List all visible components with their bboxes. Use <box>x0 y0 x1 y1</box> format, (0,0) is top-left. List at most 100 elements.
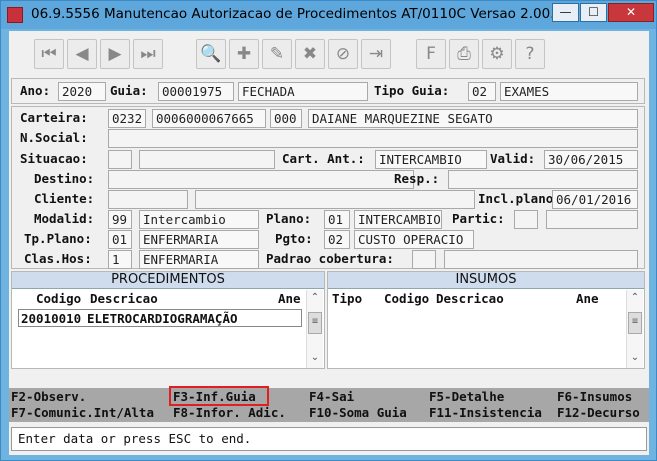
incl-plano-label: Incl.plano: <box>478 191 561 206</box>
next-record-icon[interactable]: ▶ <box>100 39 130 69</box>
print-icon[interactable]: ⎙ <box>449 39 479 69</box>
cliente-code-field[interactable] <box>108 190 188 209</box>
situacao-field <box>139 150 275 169</box>
maximize-button[interactable]: ☐ <box>580 3 607 22</box>
delete-icon[interactable]: ✖ <box>295 39 325 69</box>
help-icon[interactable]: ? <box>515 39 545 69</box>
edit-icon[interactable]: ✎ <box>262 39 292 69</box>
cart-ant-label: Cart. Ant.: <box>282 151 365 166</box>
ins-col-tipo[interactable]: Tipo <box>332 291 362 306</box>
proc-scrollbar[interactable]: ⌃ ≡ ⌄ <box>306 290 323 368</box>
f11-key[interactable]: F11-Insistencia <box>429 405 542 420</box>
guia-field[interactable]: 00001975 <box>158 82 234 101</box>
modalid-field: Intercambio <box>139 210 259 229</box>
resp-field[interactable] <box>448 170 638 189</box>
f4-key[interactable]: F4-Sai <box>309 389 354 404</box>
proc-row-codigo: 20010010 <box>21 311 82 326</box>
tp-plano-label: Tp.Plano: <box>24 231 92 246</box>
destino-label: Destino: <box>34 171 95 186</box>
padrao-cobertura-label: Padrao cobertura: <box>266 251 394 266</box>
status-bar: Enter data or press ESC to end. <box>11 427 647 451</box>
situacao-label: Situacao: <box>20 151 88 166</box>
cancel-icon[interactable]: ⊘ <box>328 39 358 69</box>
pgto-field: CUSTO OPERACIO <box>354 230 474 249</box>
f2-key[interactable]: F2-Observ. <box>11 389 86 404</box>
plano-field: INTERCAMBIO <box>354 210 442 229</box>
padrao-field <box>444 250 638 269</box>
scroll-thumb[interactable]: ≡ <box>628 312 642 334</box>
close-button[interactable]: ✕ <box>608 3 654 22</box>
carteira-label: Carteira: <box>20 110 88 125</box>
window-title: 06.9.5556 Manutencao Autorizacao de Proc… <box>31 6 564 22</box>
scroll-thumb[interactable]: ≡ <box>308 312 322 334</box>
first-record-icon[interactable]: ⏮ <box>34 39 64 69</box>
f10-key[interactable]: F10-Soma Guia <box>309 405 407 420</box>
ins-scrollbar[interactable]: ⌃ ≡ ⌄ <box>626 290 643 368</box>
beneficiary-panel: Carteira: 0232 0006000067665 000 DAIANE … <box>11 106 645 269</box>
toolbar: ⏮ ◀ ▶ ⏭ 🔍 ✚ ✎ ✖ ⊘ ⇥ F ⎙ ⚙ ? <box>9 35 649 75</box>
app-icon <box>7 7 23 23</box>
carteira-field-1[interactable]: 0232 <box>108 109 146 128</box>
search-icon[interactable]: 🔍 <box>196 39 226 69</box>
plano-code-field[interactable]: 01 <box>324 210 350 229</box>
title-bar[interactable]: 06.9.5556 Manutencao Autorizacao de Proc… <box>1 1 656 29</box>
proc-col-codigo[interactable]: Codigo <box>36 291 81 306</box>
ano-field[interactable]: 2020 <box>58 82 106 101</box>
f5-key[interactable]: F5-Detalhe <box>429 389 504 404</box>
partic-label: Partic: <box>452 211 505 226</box>
function-keys-bar: F2-Observ. F3-Inf.Guia F4-Sai F5-Detalhe… <box>9 386 649 422</box>
chevron-down-icon[interactable]: ⌄ <box>627 350 643 366</box>
insumos-panel: INSUMOS Tipo Codigo Descricao Ane ⌃ ≡ ⌄ <box>327 271 645 369</box>
prev-record-icon[interactable]: ◀ <box>67 39 97 69</box>
valid-field: 30/06/2015 <box>544 150 638 169</box>
proc-col-ane[interactable]: Ane <box>278 291 301 306</box>
exit-icon[interactable]: ⇥ <box>361 39 391 69</box>
tp-plano-code-field[interactable]: 01 <box>108 230 132 249</box>
clas-hos-label: Clas.Hos: <box>24 251 92 266</box>
modalid-code-field[interactable]: 99 <box>108 210 132 229</box>
partic-code-field[interactable] <box>514 210 538 229</box>
ins-col-codigo[interactable]: Codigo <box>384 291 429 306</box>
pgto-code-field[interactable]: 02 <box>324 230 350 249</box>
tipo-guia-label: Tipo Guia: <box>374 83 450 98</box>
situacao-code-field[interactable] <box>108 150 132 169</box>
guia-status-field: FECHADA <box>238 82 368 101</box>
guia-label: Guia: <box>110 83 148 98</box>
f12-key[interactable]: F12-Decurso <box>557 405 640 420</box>
valid-label: Valid: <box>490 151 536 166</box>
chevron-up-icon[interactable]: ⌃ <box>307 290 323 306</box>
f3-highlight-box <box>169 386 269 406</box>
chevron-down-icon[interactable]: ⌄ <box>307 350 323 366</box>
ins-col-descricao[interactable]: Descricao <box>436 291 504 306</box>
options-icon[interactable]: ⚙ <box>482 39 512 69</box>
proc-col-descricao[interactable]: Descricao <box>90 291 158 306</box>
add-icon[interactable]: ✚ <box>229 39 259 69</box>
incl-plano-field: 06/01/2016 <box>552 190 638 209</box>
f7-key[interactable]: F7-Comunic.Int/Alta <box>11 405 154 420</box>
padrao-code-field[interactable] <box>412 250 436 269</box>
carteira-field-3[interactable]: 000 <box>270 109 302 128</box>
carteira-field-2[interactable]: 0006000067665 <box>152 109 266 128</box>
tipo-guia-code-field[interactable]: 02 <box>468 82 496 101</box>
clas-hos-code-field[interactable]: 1 <box>108 250 132 269</box>
f8-key[interactable]: F8-Infor. Adic. <box>173 405 286 420</box>
nsocial-field[interactable] <box>108 129 638 148</box>
nsocial-label: N.Social: <box>20 130 88 145</box>
tp-plano-field: ENFERMARIA <box>139 230 259 249</box>
ins-col-ane[interactable]: Ane <box>576 291 599 306</box>
header-panel: Ano: 2020 Guia: 00001975 FECHADA Tipo Gu… <box>11 78 645 104</box>
minimize-button[interactable]: — <box>552 3 579 22</box>
f6-key[interactable]: F6-Insumos <box>557 389 632 404</box>
app-window: 06.9.5556 Manutencao Autorizacao de Proc… <box>0 0 657 461</box>
procedimentos-title: PROCEDIMENTOS <box>12 272 324 289</box>
form-icon[interactable]: F <box>416 39 446 69</box>
procedimentos-panel: PROCEDIMENTOS Codigo Descricao Ane 20010… <box>11 271 325 369</box>
cart-ant-field: INTERCAMBIO <box>375 150 487 169</box>
table-row[interactable]: 20010010 ELETROCARDIOGRAMAÇÃO <box>18 309 302 327</box>
last-record-icon[interactable]: ⏭ <box>133 39 163 69</box>
destino-field[interactable] <box>108 170 414 189</box>
chevron-up-icon[interactable]: ⌃ <box>627 290 643 306</box>
pgto-label: Pgto: <box>275 231 313 246</box>
modalid-label: Modalid: <box>34 211 95 226</box>
form-area: ⏮ ◀ ▶ ⏭ 🔍 ✚ ✎ ✖ ⊘ ⇥ F ⎙ ⚙ ? Ano: 2020 Gu… <box>9 31 649 455</box>
